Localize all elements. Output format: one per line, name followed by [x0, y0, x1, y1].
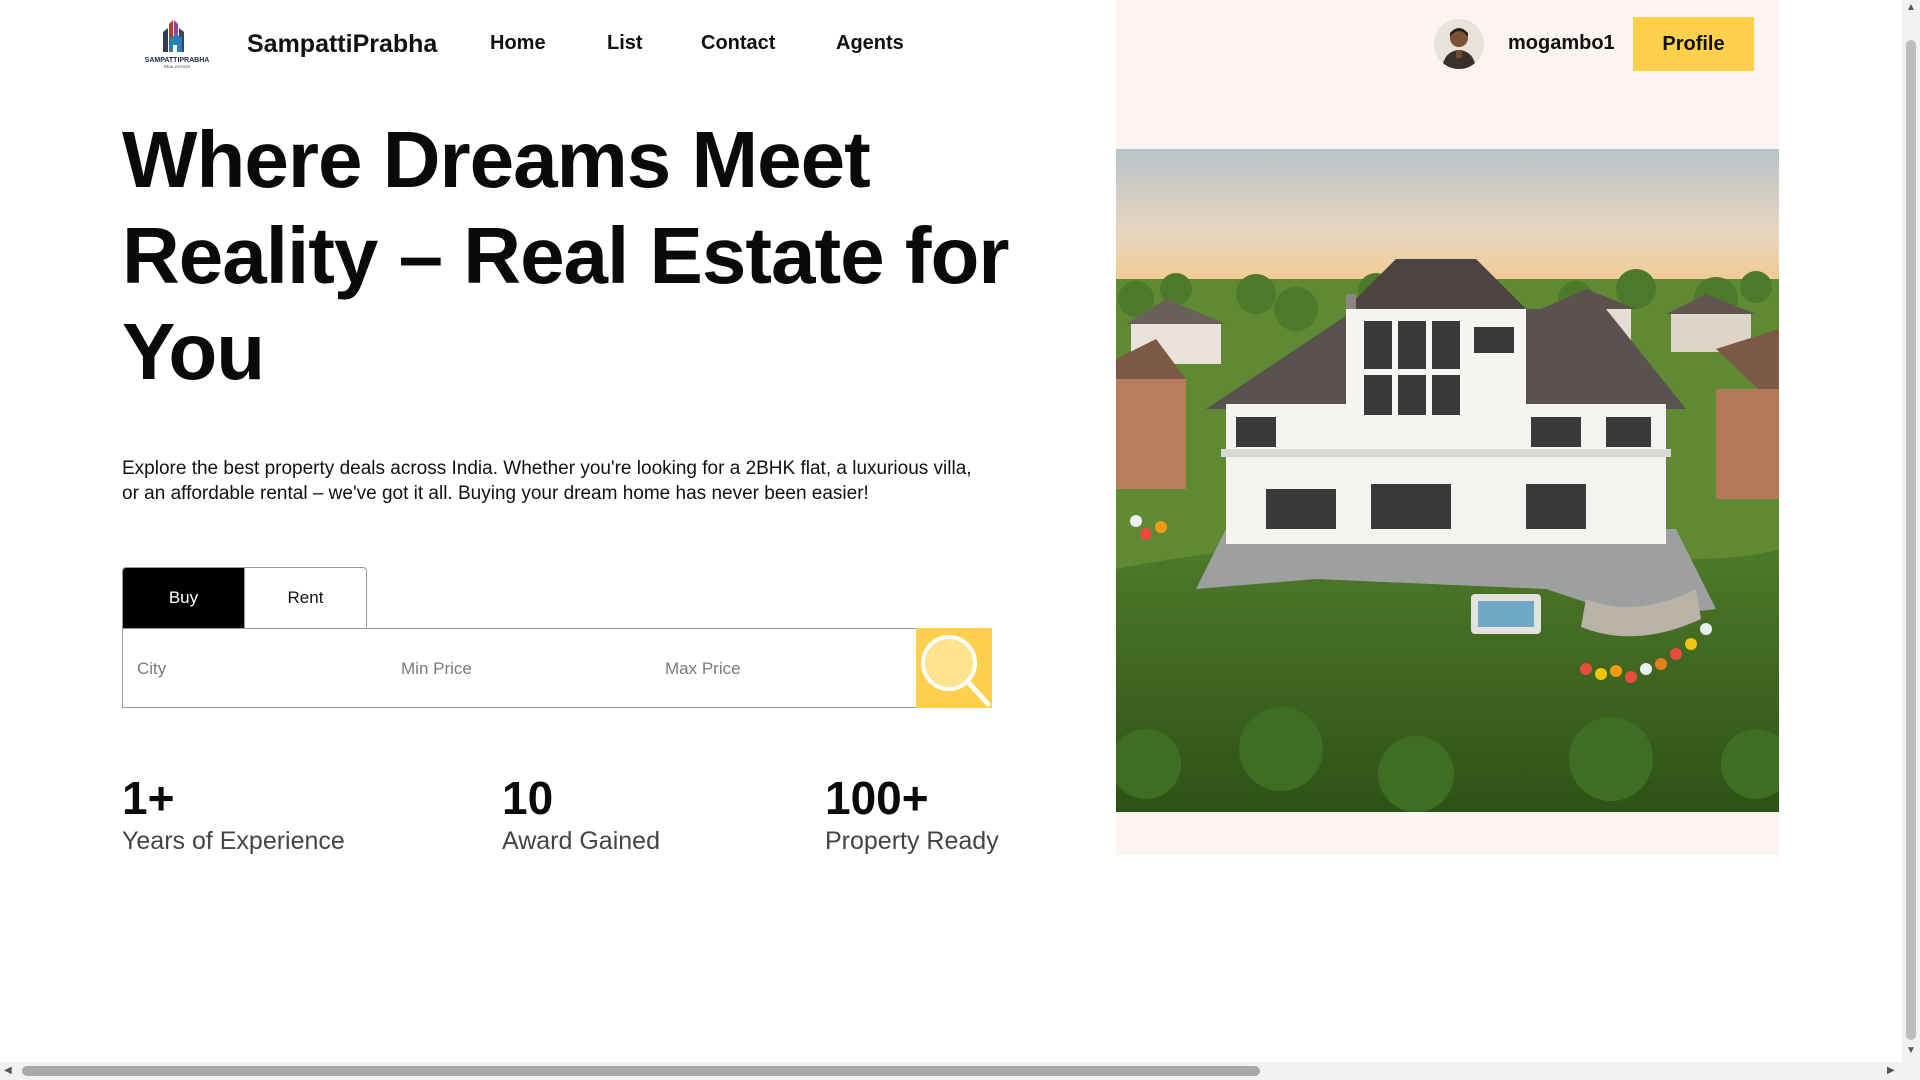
stat-label: Years of Experience [122, 827, 345, 855]
username[interactable]: mogambo1 [1508, 32, 1615, 55]
search-icon [921, 635, 991, 707]
stat-experience: 1+ Years of Experience [122, 770, 345, 856]
stat-value: 10 [502, 772, 554, 824]
stat-value: 100+ [825, 772, 929, 824]
house-image [1116, 149, 1779, 812]
svg-text:SAMPATTIPRABHA: SAMPATTIPRABHA [145, 57, 210, 64]
search-button[interactable] [916, 628, 992, 708]
user-avatar[interactable] [1434, 19, 1484, 69]
stat-value: 1+ [122, 772, 175, 824]
scroll-left-icon[interactable]: ◀ [4, 1066, 12, 1076]
hero-description: Explore the best property deals across I… [122, 458, 972, 504]
city-input[interactable] [135, 629, 389, 709]
page: SAMPATTIPRABHA REAL ESTATE SampattiPrabh… [0, 0, 1902, 1062]
nav-contact[interactable]: Contact [701, 32, 775, 55]
profile-button[interactable]: Profile [1633, 17, 1754, 71]
brand-logo[interactable]: SAMPATTIPRABHA REAL ESTATE [139, 18, 215, 70]
search-form [122, 628, 992, 709]
tab-buy[interactable]: Buy [123, 568, 244, 628]
svg-text:REAL ESTATE: REAL ESTATE [164, 64, 191, 69]
horizontal-scroll-thumb[interactable] [22, 1066, 1260, 1076]
vertical-scrollbar[interactable]: ▲ ▼ [1902, 0, 1920, 1062]
search-tabs: Buy Rent [122, 567, 367, 628]
min-price-input[interactable] [399, 629, 653, 709]
scroll-up-icon[interactable]: ▲ [1906, 3, 1916, 13]
stat-label: Property Ready [825, 827, 999, 855]
nav-home[interactable]: Home [490, 32, 546, 55]
stat-awards: 10 Award Gained [502, 770, 660, 856]
hero-title: Where Dreams Meet Reality – Real Estate … [122, 115, 1009, 396]
brand-name[interactable]: SampattiPrabha [247, 30, 437, 59]
scroll-right-icon[interactable]: ▶ [1887, 1066, 1895, 1076]
stat-properties: 100+ Property Ready [825, 770, 999, 856]
nav-list[interactable]: List [607, 32, 643, 55]
tab-rent[interactable]: Rent [244, 568, 366, 628]
stat-label: Award Gained [502, 827, 660, 855]
max-price-input[interactable] [663, 629, 917, 709]
vertical-scroll-thumb[interactable] [1906, 40, 1916, 1040]
horizontal-scrollbar[interactable]: ◀ ▶ [0, 1062, 1920, 1080]
scroll-down-icon[interactable]: ▼ [1906, 1046, 1916, 1056]
nav-agents[interactable]: Agents [836, 32, 904, 55]
